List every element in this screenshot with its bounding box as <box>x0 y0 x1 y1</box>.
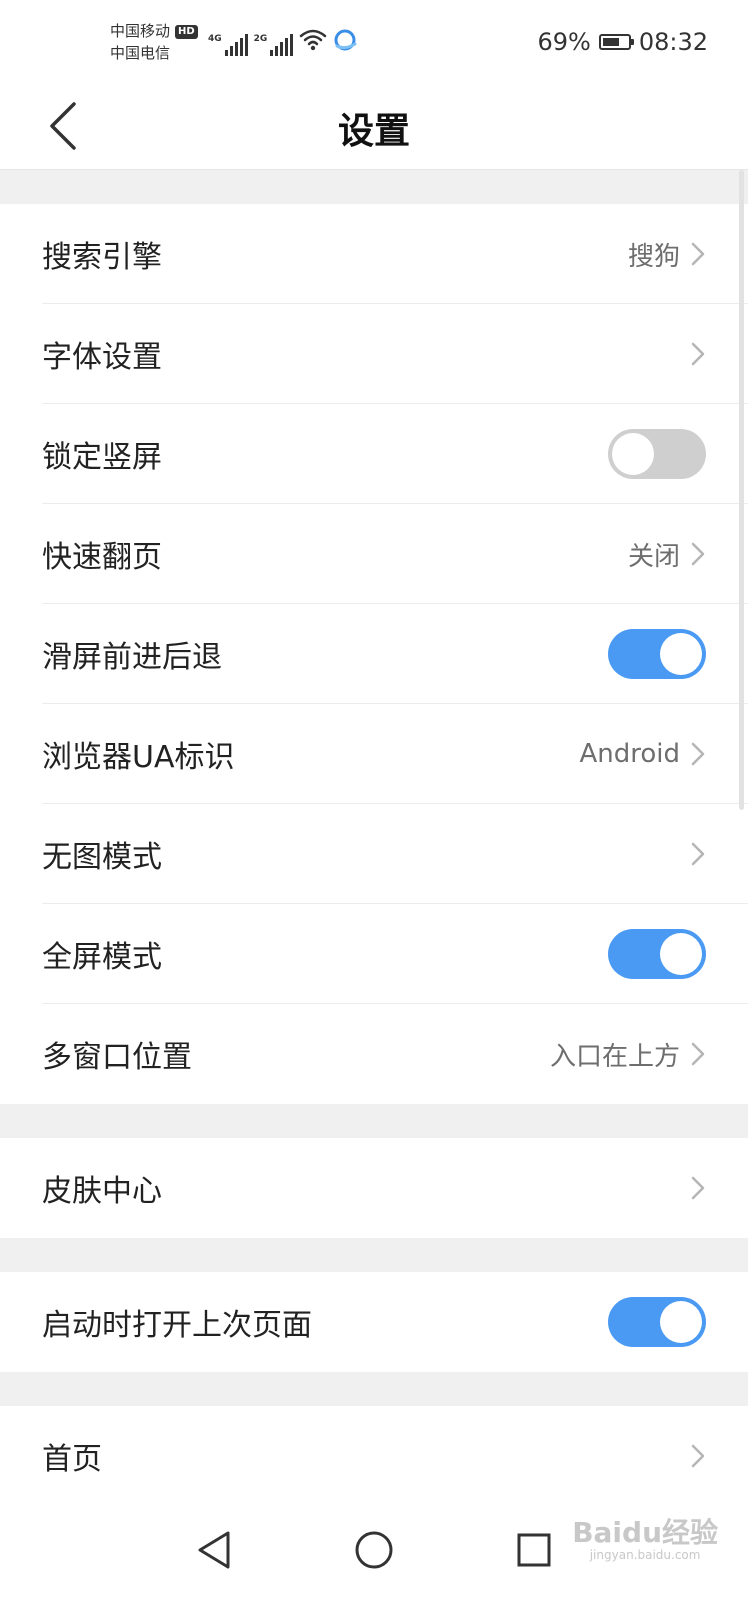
setting-label: 字体设置 <box>42 340 162 375</box>
setting-value: 搜狗 <box>627 241 680 272</box>
hd-badge: HD <box>175 25 198 39</box>
section-gap <box>0 170 748 204</box>
nav-back-button[interactable] <box>186 1522 242 1578</box>
setting-label: 锁定竖屏 <box>42 440 162 475</box>
settings-group-home: 首页 <box>0 1406 748 1506</box>
setting-label: 启动时打开上次页面 <box>42 1308 312 1343</box>
setting-label: 皮肤中心 <box>42 1174 162 1209</box>
chevron-right-icon <box>690 1041 706 1067</box>
lock-portrait-toggle[interactable] <box>608 429 706 479</box>
setting-label: 搜索引擎 <box>42 240 162 275</box>
chevron-right-icon <box>690 541 706 567</box>
setting-value: 关闭 <box>627 541 680 572</box>
status-right: 69% 08:32 <box>537 28 708 56</box>
setting-value: Android <box>579 739 680 769</box>
wifi-icon <box>299 28 327 56</box>
setting-user-agent[interactable]: 浏览器UA标识 Android <box>0 704 748 804</box>
setting-font[interactable]: 字体设置 <box>0 304 748 404</box>
carrier-1-label: 中国移动 <box>110 22 171 40</box>
section-gap <box>0 1104 748 1138</box>
setting-skin-center[interactable]: 皮肤中心 <box>0 1138 748 1238</box>
swipe-navigation-toggle[interactable] <box>608 629 706 679</box>
signal-2g-label: 2G <box>253 34 268 44</box>
signal-4g-icon: 4G <box>208 34 248 56</box>
setting-homepage[interactable]: 首页 <box>0 1406 748 1506</box>
triangle-back-icon <box>198 1531 230 1569</box>
circle-home-icon <box>355 1531 393 1569</box>
signal-indicators: 4G 2G <box>208 26 357 56</box>
setting-label: 多窗口位置 <box>42 1040 192 1075</box>
scrollbar[interactable] <box>739 170 744 810</box>
chevron-right-icon <box>690 1443 706 1469</box>
battery-icon <box>598 34 634 50</box>
system-nav-bar: Baidu经验 jingyan.baidu.com <box>0 1500 748 1600</box>
signal-2g-icon: 2G <box>254 34 294 56</box>
settings-group-skin: 皮肤中心 <box>0 1138 748 1238</box>
signal-4g-label: 4G <box>208 34 222 44</box>
setting-fullscreen-mode: 全屏模式 <box>0 904 748 1004</box>
setting-search-engine[interactable]: 搜索引擎 搜狗 <box>0 204 748 304</box>
carrier-2-label: 中国电信 <box>110 44 171 62</box>
chevron-right-icon <box>690 741 706 767</box>
chevron-right-icon <box>690 241 706 267</box>
page-title: 设置 <box>337 111 410 152</box>
nav-home-button[interactable] <box>346 1522 402 1578</box>
status-bar: 中国移动 HD 中国电信 4G 2G 69% 08:32 <box>0 0 748 84</box>
chevron-right-icon <box>690 1175 706 1201</box>
section-gap <box>0 1238 748 1272</box>
chevron-right-icon <box>690 841 706 867</box>
fullscreen-mode-toggle[interactable] <box>608 929 706 979</box>
battery-level-fill <box>602 38 620 46</box>
title-bar: 设置 <box>0 84 748 170</box>
setting-label: 全屏模式 <box>42 940 162 975</box>
settings-group-main: 搜索引擎 搜狗 字体设置 锁定竖屏 快速翻页 关闭 滑屏前进后退 浏览器UA标识… <box>0 204 748 1104</box>
setting-swipe-navigation: 滑屏前进后退 <box>0 604 748 704</box>
watermark-url: jingyan.baidu.com <box>589 1548 701 1562</box>
restore-last-page-toggle[interactable] <box>608 1297 706 1347</box>
setting-label: 滑屏前进后退 <box>42 640 222 675</box>
toggle-knob <box>612 433 654 475</box>
toggle-knob <box>660 633 702 675</box>
setting-label: 浏览器UA标识 <box>42 740 235 775</box>
setting-label: 首页 <box>42 1442 102 1477</box>
nav-recents-button[interactable] <box>506 1522 562 1578</box>
setting-quick-page-turn[interactable]: 快速翻页 关闭 <box>0 504 748 604</box>
clock: 08:32 <box>638 28 708 56</box>
toggle-knob <box>660 1301 702 1343</box>
section-gap <box>0 1372 748 1406</box>
setting-multi-window-position[interactable]: 多窗口位置 入口在上方 <box>0 1004 748 1104</box>
battery-percent: 69% <box>537 28 591 56</box>
baidu-jingyan-watermark: Baidu经验 jingyan.baidu.com <box>572 1516 718 1563</box>
square-recents-icon <box>517 1533 551 1567</box>
setting-restore-last-page: 启动时打开上次页面 <box>0 1272 748 1372</box>
setting-label: 快速翻页 <box>42 540 162 575</box>
setting-lock-portrait: 锁定竖屏 <box>0 404 748 504</box>
watermark-logo-text: Baidu经验 <box>572 1516 718 1549</box>
chevron-right-icon <box>690 341 706 367</box>
setting-value: 入口在上方 <box>549 1041 680 1072</box>
settings-group-startup: 启动时打开上次页面 <box>0 1272 748 1372</box>
toggle-knob <box>660 933 702 975</box>
setting-no-image-mode[interactable]: 无图模式 <box>0 804 748 904</box>
browser-app-icon <box>333 28 357 56</box>
carrier-info: 中国移动 HD 中国电信 <box>110 20 198 64</box>
setting-label: 无图模式 <box>42 840 162 875</box>
